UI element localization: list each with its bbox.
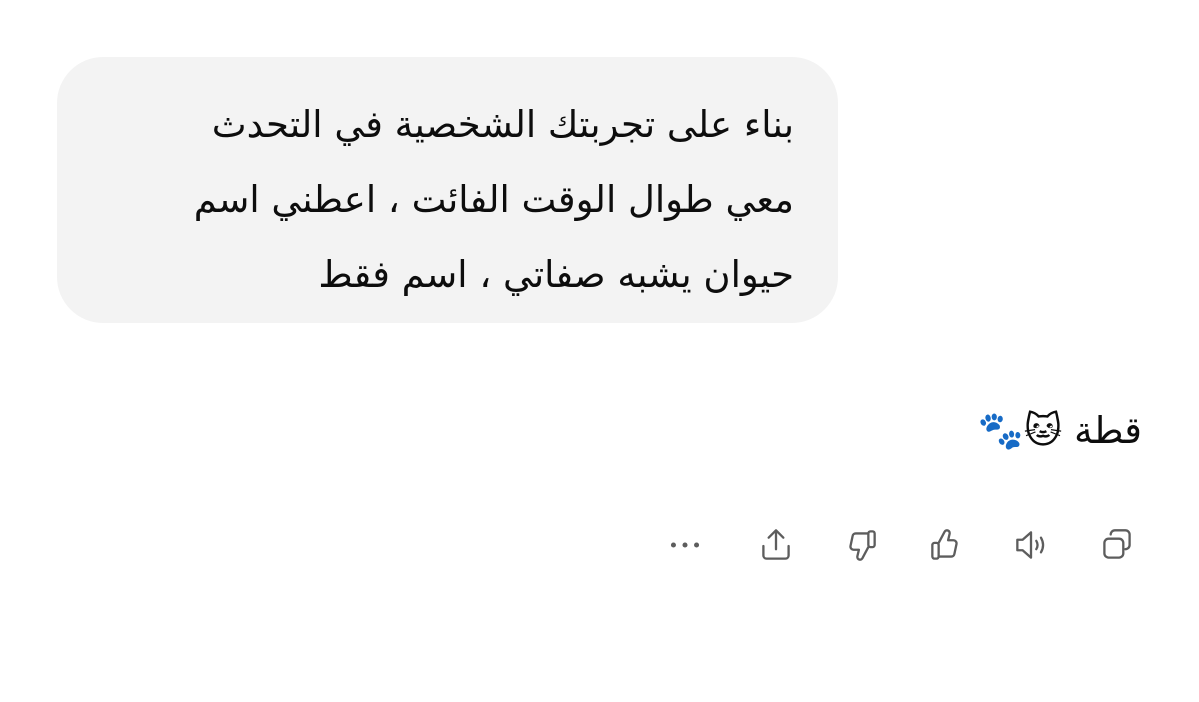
share-icon (762, 529, 790, 560)
user-message-line: حيوان يشبه صفاتي ، اسم فقط (318, 253, 794, 296)
thumbs-up-icon (931, 529, 958, 560)
speaker-icon (1016, 531, 1045, 559)
user-message-bubble: بناء على تجربتك الشخصية في التحدث معي طو… (57, 57, 838, 323)
user-message-text: بناء على تجربتك الشخصية في التحدث معي طو… (101, 87, 794, 312)
good-response-button[interactable] (921, 520, 971, 570)
assistant-message-text: قطة 🐱🐾 (977, 409, 1142, 452)
copy-icon (1103, 529, 1131, 559)
user-message-line: معي طوال الوقت الفائت ، اعطني اسم (193, 178, 794, 221)
more-icon (670, 542, 700, 548)
share-button[interactable] (751, 520, 801, 570)
thumbs-down-icon (849, 530, 876, 561)
read-aloud-button[interactable] (1006, 520, 1056, 570)
bad-response-button[interactable] (836, 520, 886, 570)
message-actions-toolbar (660, 520, 1150, 570)
copy-button[interactable] (1092, 520, 1142, 570)
user-message-line: بناء على تجربتك الشخصية في التحدث (211, 103, 794, 146)
more-options-button[interactable] (660, 520, 710, 570)
